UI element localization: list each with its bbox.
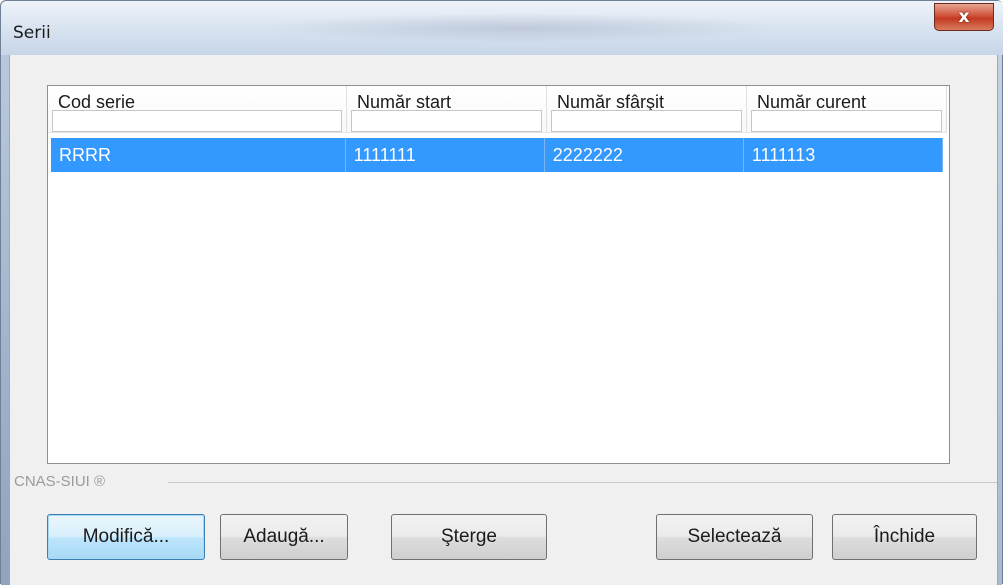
- column-header-numar-curent[interactable]: Număr curent: [747, 86, 947, 133]
- series-list-view[interactable]: Cod serie Număr start Număr sfârşit Numă…: [47, 85, 950, 464]
- select-button[interactable]: Selectează: [656, 514, 813, 560]
- dialog-window: Serii x Cod serie Număr start Număr sfâr…: [0, 0, 1003, 585]
- filter-input-numar-curent[interactable]: [751, 110, 942, 132]
- window-border-left: [1, 55, 9, 585]
- filter-input-numar-start[interactable]: [351, 110, 542, 132]
- filter-input-numar-sfarsit[interactable]: [551, 110, 742, 132]
- button-label: Modifică...: [82, 526, 170, 547]
- column-header-numar-start[interactable]: Număr start: [347, 86, 547, 133]
- group-label: CNAS-SIUI ®: [14, 473, 106, 490]
- column-header-cod-serie[interactable]: Cod serie: [48, 86, 347, 133]
- dialog-client-area: Cod serie Număr start Număr sfârşit Numă…: [9, 55, 998, 585]
- modify-button[interactable]: Modifică...: [47, 514, 205, 560]
- table-row[interactable]: RRRR 1111111 2222222 1111113: [51, 138, 943, 172]
- cell-numar-sfarsit: 2222222: [545, 138, 744, 172]
- add-button[interactable]: Adaugă...: [220, 514, 348, 560]
- cell-numar-start: 1111111: [346, 138, 545, 172]
- group-divider: [168, 482, 997, 483]
- list-header: Cod serie Număr start Număr sfârşit Numă…: [48, 86, 947, 134]
- close-icon: x: [958, 7, 970, 27]
- close-dialog-button[interactable]: Închide: [832, 514, 977, 560]
- window-title: Serii: [13, 23, 51, 43]
- button-label: Şterge: [441, 526, 497, 547]
- close-button[interactable]: x: [934, 3, 994, 31]
- button-label: Adaugă...: [243, 526, 325, 547]
- column-header-numar-sfarsit[interactable]: Număr sfârşit: [547, 86, 747, 133]
- cell-numar-curent: 1111113: [744, 138, 943, 172]
- button-label: Închide: [873, 526, 936, 547]
- filter-input-cod-serie[interactable]: [52, 110, 342, 132]
- cell-cod-serie: RRRR: [51, 138, 346, 172]
- title-bar[interactable]: Serii x: [1, 1, 1003, 55]
- button-label: Selectează: [687, 526, 782, 547]
- delete-button[interactable]: Şterge: [391, 514, 547, 560]
